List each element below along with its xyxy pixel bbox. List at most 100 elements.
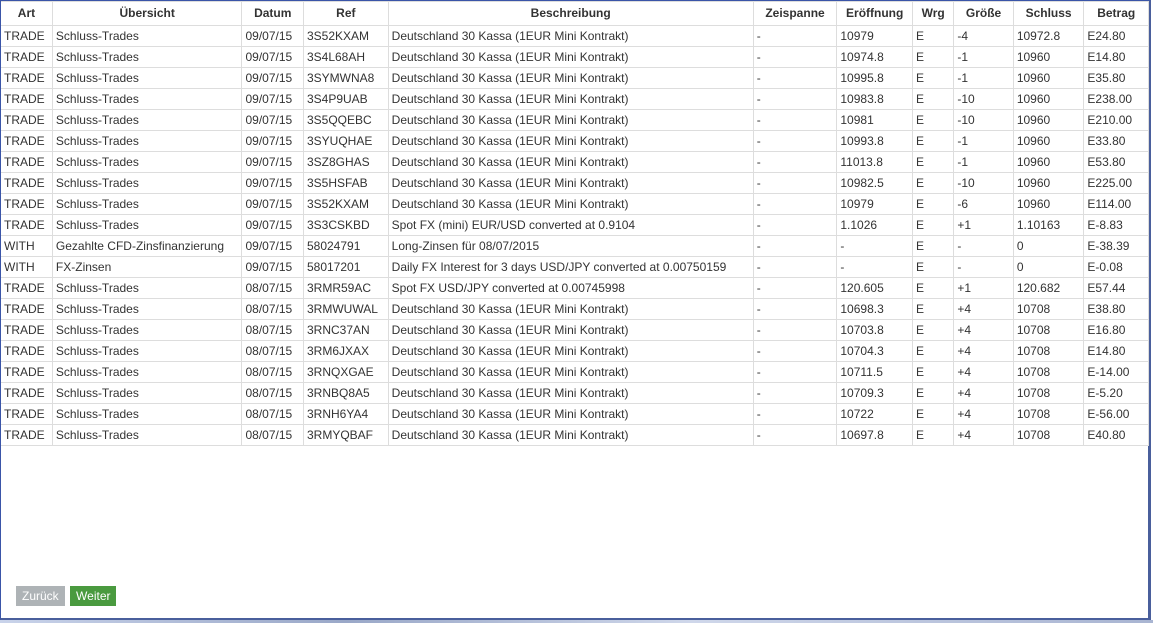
cell-eroeffnung: 10979 bbox=[836, 193, 913, 215]
transactions-table: Art Übersicht Datum Ref Beschreibung Zei… bbox=[1, 1, 1149, 446]
cell-schluss: 10960 bbox=[1012, 46, 1085, 68]
cell-betrag: E33.80 bbox=[1083, 130, 1149, 152]
cell-schluss: 120.682 bbox=[1012, 277, 1085, 299]
table-row[interactable]: TRADE Schluss-Trades 09/07/15 3S4L68AH Deuts… bbox=[1, 46, 1149, 68]
cell-datum: 09/07/15 bbox=[241, 193, 304, 215]
column-header-beschreibung[interactable]: Beschreibung bbox=[387, 1, 754, 26]
cell-betrag: E40.80 bbox=[1083, 424, 1149, 446]
table-row[interactable]: TRADE Schluss-Trades 09/07/15 3S5HSFAB Deuts… bbox=[1, 172, 1149, 194]
table-row[interactable]: TRADE Schluss-Trades 08/07/15 3RMWUWAL Deuts… bbox=[1, 298, 1149, 320]
cell-ref: 3S5HSFAB bbox=[302, 172, 389, 194]
cell-datum: 08/07/15 bbox=[241, 277, 304, 299]
cell-ref: 3RM6JXAX bbox=[302, 340, 389, 362]
cell-waehrung: E bbox=[911, 382, 955, 404]
cell-groesse: +1 bbox=[953, 214, 1014, 236]
column-header-groesse[interactable]: Größe bbox=[953, 1, 1014, 26]
cell-art: TRADE bbox=[1, 319, 53, 341]
cell-waehrung: E bbox=[911, 340, 955, 362]
table-row[interactable]: TRADE Schluss-Trades 08/07/15 3RNQXGAE Deuts… bbox=[1, 361, 1149, 383]
cell-art: TRADE bbox=[1, 25, 53, 47]
cell-art: TRADE bbox=[1, 403, 53, 425]
cell-groesse: -10 bbox=[953, 88, 1014, 110]
cell-ref: 3SYUQHAE bbox=[302, 130, 389, 152]
table-row[interactable]: TRADE Schluss-Trades 08/07/15 3RM6JXAX Deuts… bbox=[1, 340, 1149, 362]
cell-datum: 09/07/15 bbox=[241, 25, 304, 47]
cell-art: WITH bbox=[1, 235, 53, 257]
table-row[interactable]: TRADE Schluss-Trades 09/07/15 3SYUQHAE Deuts… bbox=[1, 130, 1149, 152]
cell-schluss: 1.10163 bbox=[1012, 214, 1085, 236]
cell-beschreibung: Deutschland 30 Kassa (1EUR Mini Kontrakt… bbox=[387, 298, 754, 320]
cell-datum: 09/07/15 bbox=[241, 172, 304, 194]
cell-waehrung: E bbox=[911, 256, 955, 278]
cell-schluss: 10708 bbox=[1012, 382, 1085, 404]
cell-schluss: 10960 bbox=[1012, 172, 1085, 194]
cell-zeitspanne: - bbox=[752, 382, 838, 404]
cell-beschreibung: Spot FX USD/JPY converted at 0.00745998 bbox=[387, 277, 754, 299]
cell-betrag: E225.00 bbox=[1083, 172, 1149, 194]
cell-betrag: E-56.00 bbox=[1083, 403, 1149, 425]
cell-datum: 09/07/15 bbox=[241, 214, 304, 236]
cell-ref: 3SYMWNA8 bbox=[302, 67, 389, 89]
cell-eroeffnung: - bbox=[836, 235, 913, 257]
cell-zeitspanne: - bbox=[752, 109, 838, 131]
table-row[interactable]: WITH FX-Zinsen 09/07/15 58017201 Daily FX In… bbox=[1, 256, 1149, 278]
cell-zeitspanne: - bbox=[752, 361, 838, 383]
cell-zeitspanne: - bbox=[752, 340, 838, 362]
next-button[interactable]: Weiter bbox=[70, 586, 117, 606]
table-row[interactable]: TRADE Schluss-Trades 09/07/15 3S52KXAM Deuts… bbox=[1, 25, 1149, 47]
cell-beschreibung: Deutschland 30 Kassa (1EUR Mini Kontrakt… bbox=[387, 172, 754, 194]
cell-datum: 08/07/15 bbox=[241, 403, 304, 425]
cell-betrag: E-14.00 bbox=[1083, 361, 1149, 383]
column-header-waehrung[interactable]: Wrg bbox=[911, 1, 955, 26]
cell-schluss: 10708 bbox=[1012, 298, 1085, 320]
cell-datum: 08/07/15 bbox=[241, 382, 304, 404]
cell-art: TRADE bbox=[1, 151, 53, 173]
cell-betrag: E57.44 bbox=[1083, 277, 1149, 299]
table-row[interactable]: TRADE Schluss-Trades 08/07/15 3RNH6YA4 Deuts… bbox=[1, 403, 1149, 425]
cell-beschreibung: Deutschland 30 Kassa (1EUR Mini Kontrakt… bbox=[387, 109, 754, 131]
cell-betrag: E-38.39 bbox=[1083, 235, 1149, 257]
column-header-art[interactable]: Art bbox=[1, 1, 53, 26]
column-header-uebersicht[interactable]: Übersicht bbox=[51, 1, 243, 26]
cell-datum: 09/07/15 bbox=[241, 151, 304, 173]
cell-eroeffnung: 10983.8 bbox=[836, 88, 913, 110]
cell-schluss: 10708 bbox=[1012, 361, 1085, 383]
cell-zeitspanne: - bbox=[752, 25, 838, 47]
table-row[interactable]: WITH Gezahlte CFD-Zinsfinanzierung 09/07/1… bbox=[1, 235, 1149, 257]
cell-zeitspanne: - bbox=[752, 424, 838, 446]
cell-uebersicht: Schluss-Trades bbox=[51, 277, 243, 299]
table-row[interactable]: TRADE Schluss-Trades 08/07/15 3RNBQ8A5 Deuts… bbox=[1, 382, 1149, 404]
cell-betrag: E114.00 bbox=[1083, 193, 1149, 215]
cell-waehrung: E bbox=[911, 424, 955, 446]
cell-eroeffnung: 10703.8 bbox=[836, 319, 913, 341]
column-header-ref[interactable]: Ref bbox=[302, 1, 389, 26]
cell-ref: 3RNH6YA4 bbox=[302, 403, 389, 425]
cell-beschreibung: Deutschland 30 Kassa (1EUR Mini Kontrakt… bbox=[387, 46, 754, 68]
column-header-schluss[interactable]: Schluss bbox=[1012, 1, 1085, 26]
table-row[interactable]: TRADE Schluss-Trades 09/07/15 3SZ8GHAS Deuts… bbox=[1, 151, 1149, 173]
table-row[interactable]: TRADE Schluss-Trades 09/07/15 3S4P9UAB Deuts… bbox=[1, 88, 1149, 110]
table-row[interactable]: TRADE Schluss-Trades 09/07/15 3S3CSKBD Spot … bbox=[1, 214, 1149, 236]
cell-eroeffnung: 10697.8 bbox=[836, 424, 913, 446]
back-button[interactable]: Zurück bbox=[16, 586, 65, 606]
cell-zeitspanne: - bbox=[752, 256, 838, 278]
cell-schluss: 10960 bbox=[1012, 109, 1085, 131]
cell-datum: 09/07/15 bbox=[241, 88, 304, 110]
cell-eroeffnung: 10993.8 bbox=[836, 130, 913, 152]
cell-waehrung: E bbox=[911, 403, 955, 425]
table-row[interactable]: TRADE Schluss-Trades 08/07/15 3RNC37AN Deuts… bbox=[1, 319, 1149, 341]
column-header-datum[interactable]: Datum bbox=[241, 1, 304, 26]
column-header-betrag[interactable]: Betrag bbox=[1083, 1, 1149, 26]
column-header-eroeffnung[interactable]: Eröffnung bbox=[836, 1, 913, 26]
table-row[interactable]: TRADE Schluss-Trades 08/07/15 3RMYQBAF Deuts… bbox=[1, 424, 1149, 446]
cell-groesse: +4 bbox=[953, 340, 1014, 362]
table-row[interactable]: TRADE Schluss-Trades 09/07/15 3S52KXAM Deuts… bbox=[1, 193, 1149, 215]
cell-uebersicht: Schluss-Trades bbox=[51, 88, 243, 110]
cell-zeitspanne: - bbox=[752, 319, 838, 341]
column-header-zeitspanne[interactable]: Zeispanne bbox=[752, 1, 838, 26]
table-row[interactable]: TRADE Schluss-Trades 08/07/15 3RMR59AC Spot … bbox=[1, 277, 1149, 299]
table-row[interactable]: TRADE Schluss-Trades 09/07/15 3SYMWNA8 Deuts… bbox=[1, 67, 1149, 89]
table-row[interactable]: TRADE Schluss-Trades 09/07/15 3S5QQEBC Deuts… bbox=[1, 109, 1149, 131]
cell-waehrung: E bbox=[911, 46, 955, 68]
cell-schluss: 10708 bbox=[1012, 424, 1085, 446]
